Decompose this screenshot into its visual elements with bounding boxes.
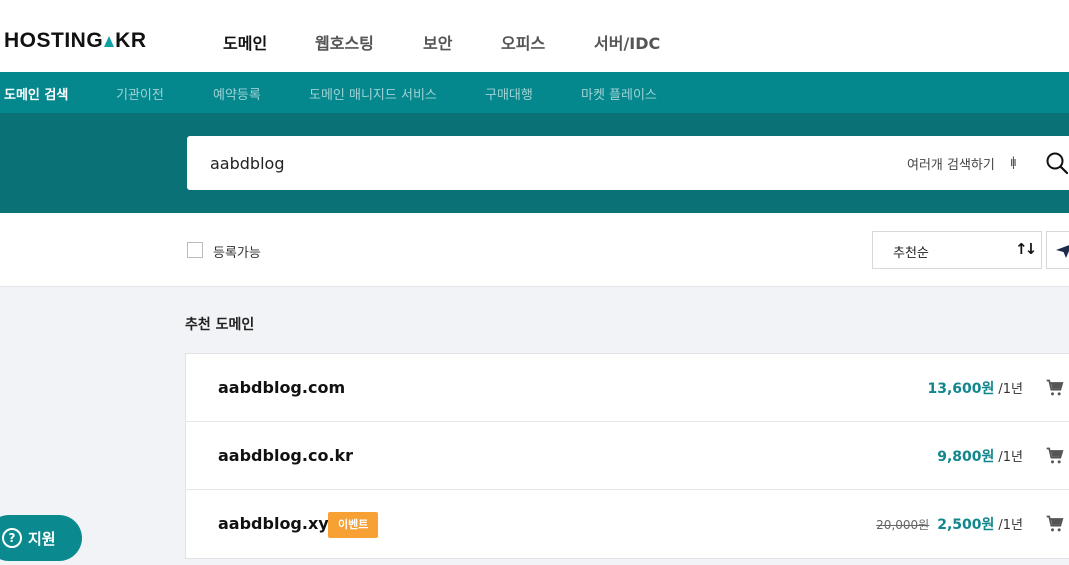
search-box: 여러개 검색하기 ı|ı [187,136,1069,190]
cart-icon[interactable] [1045,446,1065,466]
subnav-domain-search[interactable]: 도메인 검색 [4,84,68,103]
event-badge: 이벤트 [328,512,379,538]
nav-domain[interactable]: 도메인 [223,30,267,54]
price-info: 9,800원/1년 [937,446,1023,466]
domain-row[interactable]: aabdblog.co.kr 9,800원/1년 [186,422,1069,490]
support-label: 지원 [28,530,56,548]
subnav-managed-service[interactable]: 도메인 매니지드 서비스 [309,84,437,103]
sort-value: 추천순 [893,246,929,261]
logo-triangle-icon [104,36,115,47]
domain-price: 9,800원 [937,449,995,465]
available-label: 등록가능 [213,246,261,261]
domain-row[interactable]: aabdblog.com 13,600원/1년 [186,354,1069,422]
price-info: 20,000원 2,500원/1년 [876,514,1023,534]
subnav-purchase-agent[interactable]: 구매대행 [485,84,533,103]
help-icon: ? [2,528,22,548]
subnav-transfer[interactable]: 기관이전 [116,84,164,103]
domain-name: aabdblog.co.kr [218,446,354,465]
filter-row: 등록가능 추천순 ↑↓ [0,213,1069,287]
nav-server-idc[interactable]: 서버/IDC [594,30,660,54]
nav-office[interactable]: 오피스 [501,30,545,54]
domain-search-input[interactable] [210,152,810,174]
sub-nav: 도메인 검색 기관이전 예약등록 도메인 매니지드 서비스 구매대행 마켓 플레… [0,72,1069,113]
send-icon [1056,245,1069,258]
recommended-title: 추천 도메인 [185,317,255,333]
toggle-icon[interactable]: ı|ı [1010,155,1017,169]
domain-name: aabdblog.xyz [218,514,339,533]
support-button[interactable]: ? 지원 [0,515,82,561]
domain-period: /1년 [998,382,1023,397]
domain-price: 2,500원 [937,517,995,533]
search-icon[interactable] [1045,151,1069,175]
search-band: 여러개 검색하기 ı|ı [0,113,1069,213]
domain-list: aabdblog.com 13,600원/1년 aabdblog.co.kr 9… [185,353,1069,559]
available-checkbox[interactable] [187,242,203,258]
subnav-marketplace[interactable]: 마켓 플레이스 [581,84,657,103]
domain-old-price: 20,000원 [876,518,930,532]
nav-security[interactable]: 보안 [423,30,452,54]
domain-name: aabdblog.com [218,378,346,397]
domain-price: 13,600원 [927,381,995,397]
price-info: 13,600원/1년 [927,378,1023,398]
sort-select[interactable]: 추천순 ↑↓ [872,231,1042,269]
sort-arrows-icon: ↑↓ [1015,240,1037,258]
domain-period: /1년 [998,518,1023,533]
cart-icon[interactable] [1045,514,1065,534]
multi-search-link[interactable]: 여러개 검색하기 [907,154,995,173]
nav-webhosting[interactable]: 웹호스팅 [315,30,374,54]
logo-text: HOSTING [4,29,104,52]
hosting-kr-logo[interactable]: HOSTING KR [4,30,147,52]
domain-period: /1년 [998,450,1023,465]
logo-text-kr: KR [115,29,147,52]
cart-icon[interactable] [1045,378,1065,398]
send-button[interactable] [1046,231,1069,269]
domain-row[interactable]: aabdblog.xyz 이벤트 20,000원 2,500원/1년 [186,490,1069,558]
subnav-reserve[interactable]: 예약등록 [213,84,261,103]
top-header: HOSTING KR 도메인 웹호스팅 보안 오피스 서버/IDC [0,0,1069,72]
